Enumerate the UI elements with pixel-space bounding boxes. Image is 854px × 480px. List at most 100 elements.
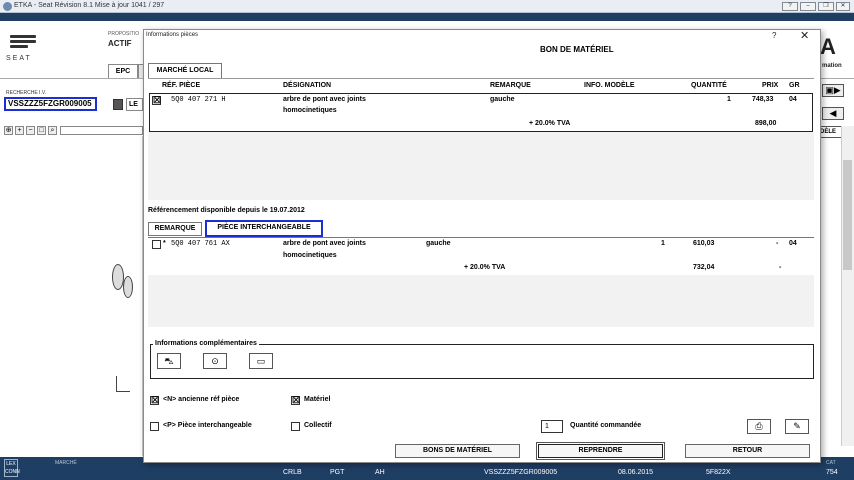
main-part-tva-label: + 20.0% TVA — [529, 120, 571, 127]
status-cat-label: CAT — [826, 460, 836, 466]
interch-part-price-tva: 732,04 — [693, 264, 715, 271]
next-page-icon[interactable]: ▣▶ — [822, 84, 844, 97]
help-window-icon[interactable]: ? — [782, 2, 798, 11]
dialog-heading: BON DE MATÉRIEL — [540, 45, 614, 54]
reference-since-text: Référencement disponible depuis le 19.07… — [148, 207, 305, 214]
print-icon[interactable]: ⎙ — [747, 419, 771, 434]
interch-part-dash: - — [776, 240, 779, 247]
material-label[interactable]: Matériel — [304, 396, 330, 403]
right-panel-label: mation — [822, 63, 842, 69]
interch-part-ref: 5Q0 407 761 AX — [171, 240, 230, 248]
table-empty-area — [148, 132, 814, 200]
brand-name: SEAT — [6, 55, 32, 62]
part-view-icon[interactable]: ⊙ — [203, 353, 227, 369]
window-titlebar: ETKA - Seat Révision 8.1 Mise à jour 104… — [0, 0, 854, 13]
zoom-window-icon[interactable]: □ — [37, 126, 46, 135]
col-quantity: QUANTITÉ — [691, 82, 727, 89]
main-part-remark: gauche — [490, 96, 515, 103]
col-gr: GR — [789, 82, 800, 89]
app-top-band — [0, 13, 854, 21]
zoom-fit-icon[interactable]: ⊕ — [4, 126, 13, 135]
interch-part-gr: 04 — [789, 240, 797, 247]
main-part-quantity: 1 — [727, 96, 731, 103]
lex-conn-badge[interactable]: LEX CONN — [4, 459, 20, 477]
interch-part-marker: * — [163, 240, 166, 247]
old-ref-checkbox[interactable]: ☒ — [150, 396, 159, 405]
status-actif: ACTIF — [108, 39, 132, 48]
col-model-info: INFO. MODÈLE — [584, 82, 635, 89]
right-scrollbar-thumb[interactable] — [843, 160, 852, 270]
part-diagram-icon — [116, 376, 130, 392]
le-field[interactable]: LE — [126, 98, 143, 111]
seat-logo-icon — [10, 35, 36, 50]
restore-window-button[interactable]: ❐ — [818, 2, 834, 11]
status-vin: VSSZZZ5FZGR009005 — [484, 469, 558, 476]
vin-dropdown-button[interactable] — [113, 99, 123, 110]
interch-option-label[interactable]: <P> Pièce interchangeable — [163, 422, 252, 429]
close-window-button[interactable]: ✕ — [836, 2, 850, 11]
interch-part-quantity: 1 — [661, 240, 665, 247]
search-vin-label: RECHERCHE I.V. — [6, 90, 47, 96]
tab-market-local[interactable]: MARCHÉ LOCAL — [148, 63, 222, 78]
interch-part-designation-1: arbre de pont avec joints — [283, 240, 366, 247]
interch-part-checkbox[interactable] — [152, 240, 161, 249]
zoom-out-icon[interactable]: − — [26, 126, 35, 135]
zoom-level-field[interactable] — [60, 126, 143, 135]
main-part-designation-2: homocinetiques — [283, 107, 337, 114]
tab-remarque[interactable]: REMARQUE — [148, 222, 202, 236]
status-cat-value: 754 — [826, 469, 838, 476]
window-title: ETKA - Seat Révision 8.1 Mise à jour 104… — [14, 2, 165, 9]
retour-button[interactable]: RETOUR — [685, 444, 810, 458]
main-part-ref: 5Q0 407 271 H — [171, 96, 226, 104]
interch-option-checkbox[interactable] — [150, 422, 159, 431]
prev-page-icon[interactable]: ◀ — [822, 107, 844, 120]
tab-epc[interactable]: EPC — [108, 64, 138, 78]
status-ah: AH — [375, 469, 385, 476]
right-panel-letter: A — [820, 34, 836, 59]
status-gear: PGT — [330, 469, 345, 476]
old-ref-label[interactable]: <N> ancienne réf pièce — [163, 396, 239, 403]
status-engine: CRLB — [283, 469, 302, 476]
model-column-header: DÈLE — [818, 126, 842, 138]
status-date: 08.06.2015 — [618, 469, 654, 476]
col-price: PRIX — [762, 82, 779, 89]
minimize-window-button[interactable]: – — [800, 2, 816, 11]
interch-part-price: 610,03 — [693, 240, 715, 247]
collectif-checkbox[interactable] — [291, 422, 300, 431]
interch-part-designation-2: homocinetiques — [283, 252, 337, 259]
status-market-label: MARCHÉ — [55, 460, 77, 466]
proposition-label: PROPOSITIO — [108, 31, 140, 37]
zoom-search-icon[interactable]: ⌕ — [48, 126, 57, 135]
car-axle-icon[interactable]: ⛍ — [157, 353, 181, 369]
axle-part-icon — [123, 276, 133, 298]
collectif-label[interactable]: Collectif — [304, 422, 332, 429]
quantity-input[interactable]: 1 — [541, 420, 563, 433]
main-part-gr: 04 — [789, 96, 797, 103]
edit-icon[interactable]: ✎ — [785, 419, 809, 434]
app-icon — [3, 2, 12, 11]
interch-part-tva-label: + 20.0% TVA — [464, 264, 506, 271]
table-row-main-part[interactable] — [149, 93, 813, 132]
main-part-checkbox[interactable]: ☒ — [152, 96, 161, 105]
status-code: 5F822X — [706, 469, 731, 476]
quantity-label: Quantité commandée — [570, 422, 642, 429]
material-checkbox[interactable]: ☒ — [291, 396, 300, 405]
vin-search-input[interactable]: VSSZZZ5FZGR009005 — [4, 97, 97, 111]
col-designation: DÉSIGNATION — [283, 82, 332, 89]
main-part-price-tva: 898,00 — [755, 120, 777, 127]
screen-view-icon[interactable]: ▭ — [249, 353, 273, 369]
interch-part-dash-2: - — [779, 264, 782, 271]
tab-piece-interchangeable[interactable]: PIÈCE INTERCHANGEABLE — [207, 222, 321, 236]
dialog-help-icon[interactable]: ? — [772, 31, 776, 40]
additional-info-title: Informations complémentaires — [153, 340, 259, 347]
main-part-designation-1: arbre de pont avec joints — [283, 96, 366, 103]
interch-empty-area — [148, 275, 814, 327]
col-ref-piece: RÉF. PIÈCE — [162, 82, 201, 89]
dialog-close-icon[interactable]: ✕ — [800, 29, 809, 42]
bons-materiel-button[interactable]: BONS DE MATÉRIEL — [395, 444, 520, 458]
zoom-in-icon[interactable]: + — [15, 126, 24, 135]
illustration-panel — [0, 136, 143, 456]
subtab-divider — [148, 237, 814, 238]
reprendre-button[interactable]: REPRENDRE — [536, 442, 665, 460]
table-top-divider — [148, 78, 814, 79]
